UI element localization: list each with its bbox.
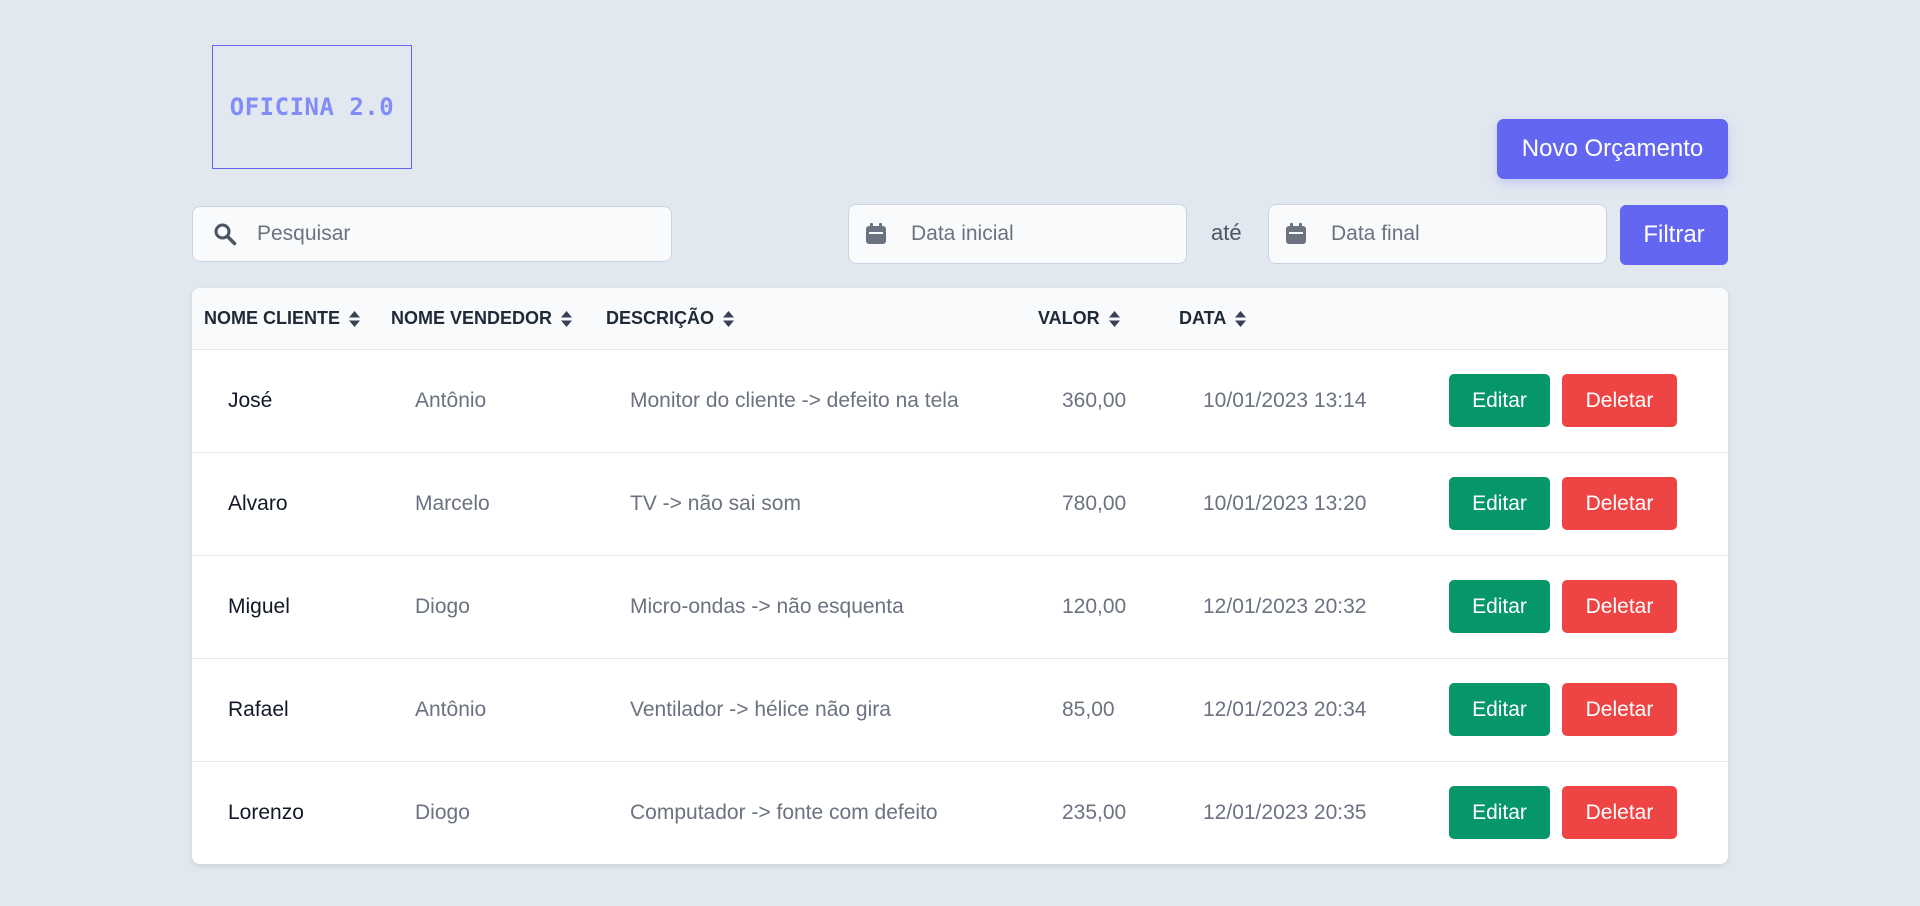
new-quote-button[interactable]: Novo Orçamento [1497,119,1728,179]
cell-valor: 360,00 [1062,389,1127,412]
sort-icon[interactable] [722,310,735,328]
delete-button[interactable]: Deletar [1562,477,1677,530]
edit-button[interactable]: Editar [1449,683,1550,736]
cell-descricao: TV -> não sai som [630,492,801,515]
edit-button[interactable]: Editar [1449,786,1550,839]
date-start-input[interactable] [911,205,1186,263]
cell-data: 10/01/2023 13:14 [1203,389,1367,412]
header-label: DESCRIÇÃO [606,308,715,328]
delete-button[interactable]: Deletar [1562,580,1677,633]
table-row: Lorenzo Diogo Computador -> fonte com de… [192,761,1728,864]
cell-data: 12/01/2023 20:35 [1203,801,1367,824]
cell-valor: 120,00 [1062,595,1127,618]
date-start-field[interactable] [848,204,1187,264]
search-icon [211,220,239,248]
sort-icon[interactable] [1234,310,1247,328]
header-label: NOME VENDEDOR [391,308,553,328]
search-input[interactable] [257,207,671,261]
edit-button[interactable]: Editar [1449,374,1550,427]
date-end-field[interactable] [1268,204,1607,264]
edit-button[interactable]: Editar [1449,580,1550,633]
search-box[interactable] [192,206,672,262]
filter-button[interactable]: Filtrar [1620,205,1728,265]
cell-vendedor: Antônio [415,389,487,412]
header-descricao[interactable]: DESCRIÇÃO [606,288,735,349]
cell-data: 12/01/2023 20:32 [1203,595,1367,618]
cell-descricao: Micro-ondas -> não esquenta [630,595,904,618]
sort-icon[interactable] [560,310,573,328]
sort-icon[interactable] [1108,310,1121,328]
header-label: DATA [1179,308,1227,328]
table-row: Alvaro Marcelo TV -> não sai som 780,00 … [192,452,1728,555]
delete-button[interactable]: Deletar [1562,786,1677,839]
header-nome-vendedor[interactable]: NOME VENDEDOR [391,288,573,349]
header-data[interactable]: DATA [1179,288,1247,349]
cell-cliente: Alvaro [228,492,288,515]
quotes-table: NOME CLIENTE NOME VENDEDOR DESCRIÇÃO VAL… [192,288,1728,864]
cell-cliente: Rafael [228,698,289,721]
cell-data: 12/01/2023 20:34 [1203,698,1367,721]
sort-icon[interactable] [348,310,361,328]
delete-button[interactable]: Deletar [1562,374,1677,427]
header-valor[interactable]: VALOR [1038,288,1121,349]
cell-vendedor: Diogo [415,801,470,824]
table-row: Rafael Antônio Ventilador -> hélice não … [192,658,1728,761]
edit-button[interactable]: Editar [1449,477,1550,530]
cell-cliente: José [228,389,273,412]
calendar-icon [1283,221,1309,247]
cell-valor: 780,00 [1062,492,1127,515]
delete-button[interactable]: Deletar [1562,683,1677,736]
calendar-icon [863,221,889,247]
cell-cliente: Lorenzo [228,801,304,824]
date-range-separator: até [1211,220,1242,245]
cell-vendedor: Diogo [415,595,470,618]
cell-data: 10/01/2023 13:20 [1203,492,1367,515]
cell-vendedor: Antônio [415,698,487,721]
header-label: NOME CLIENTE [204,308,341,328]
table-row: Miguel Diogo Micro-ondas -> não esquenta… [192,555,1728,658]
table-header: NOME CLIENTE NOME VENDEDOR DESCRIÇÃO VAL… [192,288,1728,349]
header-nome-cliente[interactable]: NOME CLIENTE [204,288,361,349]
cell-descricao: Monitor do cliente -> defeito na tela [630,389,959,412]
cell-valor: 235,00 [1062,801,1127,824]
cell-cliente: Miguel [228,595,290,618]
app-logo: OFICINA 2.0 [212,45,412,169]
cell-descricao: Computador -> fonte com defeito [630,801,938,824]
cell-vendedor: Marcelo [415,492,490,515]
cell-descricao: Ventilador -> hélice não gira [630,698,891,721]
table-row: José Antônio Monitor do cliente -> defei… [192,349,1728,452]
cell-valor: 85,00 [1062,698,1115,721]
date-end-input[interactable] [1331,205,1606,263]
header-label: VALOR [1038,308,1100,328]
